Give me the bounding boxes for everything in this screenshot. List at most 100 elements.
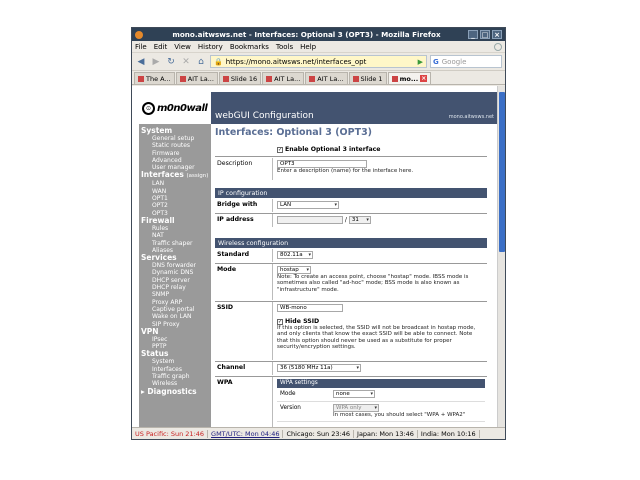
clock-india: India: Mon 10:16 (418, 429, 480, 438)
sidebar-section-label: Interfaces (141, 170, 184, 180)
tab-3[interactable]: Slide 16 (218, 72, 262, 84)
mode-row: Mode hostap ▾ Note: To create an access p… (215, 264, 487, 300)
sidebar-item[interactable]: Advanced (141, 157, 209, 164)
description-input[interactable]: OPT3 (277, 160, 367, 168)
back-icon[interactable]: ◀ (135, 57, 147, 67)
menu-view[interactable]: View (174, 43, 191, 51)
wpa-version-value: WPA only (336, 405, 362, 411)
sidebar-item[interactable]: NAT (141, 232, 209, 239)
status-bar: US Pacific: Sun 21:46 GMT/UTC: Mon 04:46… (132, 427, 505, 439)
mode-label: Mode (215, 264, 273, 300)
subnet-select[interactable]: 31 ▾ (348, 216, 371, 224)
sidebar-section-sublink[interactable]: (assign) (186, 173, 208, 179)
reload-icon[interactable]: ↻ (165, 57, 177, 67)
wpa-version-select[interactable]: WPA only ▾ (333, 404, 379, 412)
url-bar[interactable]: 🔒 https://mono.aitwsws.net/interfaces_op… (210, 55, 427, 68)
wpa-label: WPA (215, 377, 273, 427)
sidebar-item[interactable]: IPsec (141, 336, 209, 343)
stop-icon[interactable]: ✕ (180, 57, 192, 67)
chevron-down-icon: ▾ (374, 405, 377, 411)
sidebar-item[interactable]: SNMP (141, 291, 209, 298)
sidebar-item[interactable]: Wake on LAN (141, 313, 209, 320)
sidebar-section-label: Services (141, 253, 177, 263)
clock-us-pacific: US Pacific: Sun 21:46 (132, 429, 209, 438)
sidebar-item[interactable]: General setup (141, 135, 209, 142)
sidebar-item[interactable]: WAN (141, 188, 209, 195)
wpa-mode-cell: none ▾ (333, 390, 375, 398)
sidebar-item[interactable]: Traffic graph (141, 373, 209, 380)
browser-window: mono.aitwsws.net - Interfaces: Optional … (131, 27, 506, 440)
sidebar-section-label: ▸ Diagnostics (141, 386, 197, 396)
chevron-down-icon: ▾ (366, 217, 369, 223)
chevron-down-icon: ▾ (308, 252, 311, 258)
sidebar-item[interactable]: LAN (141, 180, 209, 187)
enable-checkbox[interactable]: ✓ (277, 146, 283, 153)
divider (215, 156, 487, 157)
sidebar-item[interactable]: Dynamic DNS (141, 269, 209, 276)
sidebar-item[interactable]: Firmware (141, 150, 209, 157)
tab-1[interactable]: The A... (134, 72, 175, 84)
close-tab-icon[interactable]: × (420, 75, 428, 82)
forward-icon[interactable]: ▶ (150, 57, 162, 67)
tab-active[interactable]: mo... × (387, 72, 432, 84)
sidebar-item[interactable]: Interfaces (141, 366, 209, 373)
title-bar: mono.aitwsws.net - Interfaces: Optional … (132, 28, 505, 41)
standard-select[interactable]: 802.11a ▾ (277, 251, 313, 259)
logo[interactable]: ⊙ m0n0wall (139, 92, 211, 124)
ip-input[interactable] (277, 216, 343, 224)
menu-tools[interactable]: Tools (276, 43, 293, 51)
sidebar-item[interactable]: OPT1 (141, 195, 209, 202)
page-title: Interfaces: Optional 3 (OPT3) (215, 127, 373, 138)
maximize-button[interactable]: □ (480, 30, 490, 39)
description-cell: OPT3 Enter a description (name) for the … (275, 158, 415, 176)
sidebar-item[interactable]: Rules (141, 225, 209, 232)
sidebar-item[interactable]: Proxy ARP (141, 299, 209, 306)
bridge-row: Bridge with LAN ▾ (215, 199, 487, 212)
close-button[interactable]: × (492, 30, 502, 39)
lock-icon: 🔒 (214, 57, 223, 66)
bridge-select[interactable]: LAN ▾ (277, 201, 339, 209)
tab-5[interactable]: AIT La... (305, 72, 348, 84)
sidebar-item[interactable]: System (141, 358, 209, 365)
sidebar-item[interactable]: Captive portal (141, 306, 209, 313)
sidebar-item[interactable]: Traffic shaper (141, 240, 209, 247)
clock-japan: Japan: Mon 13:46 (354, 429, 418, 438)
menu-help[interactable]: Help (300, 43, 316, 51)
tab-2[interactable]: AIT La... (175, 72, 218, 84)
sidebar-item[interactable]: Static routes (141, 142, 209, 149)
hide-ssid-checkbox[interactable]: ✓ (277, 318, 283, 325)
scrollbar-thumb[interactable] (499, 92, 505, 252)
mode-note: Note: To create an access point, choose … (277, 274, 469, 293)
menu-file[interactable]: File (135, 43, 147, 51)
menu-history[interactable]: History (198, 43, 223, 51)
bridge-value: LAN (280, 202, 292, 208)
sidebar-item[interactable]: DNS forwarder (141, 262, 209, 269)
menu-bookmarks[interactable]: Bookmarks (230, 43, 269, 51)
vertical-scrollbar[interactable] (497, 86, 505, 427)
mode-select[interactable]: hostap ▾ (277, 266, 311, 274)
sidebar-section[interactable]: Interfaces (assign) (141, 171, 209, 180)
sidebar-section: ▸ Diagnostics (141, 386, 209, 396)
sidebar-section: Firewall (141, 215, 209, 225)
tab-4[interactable]: AIT La... (262, 72, 305, 84)
navigation-toolbar: ◀ ▶ ↻ ✕ ⌂ 🔒 https://mono.aitwsws.net/int… (132, 53, 505, 71)
minimize-button[interactable]: _ (468, 30, 478, 39)
sidebar-item[interactable]: DHCP relay (141, 284, 209, 291)
menu-edit[interactable]: Edit (154, 43, 168, 51)
tab-6[interactable]: Slide 1 (348, 72, 387, 84)
wpa-mode-select[interactable]: none ▾ (333, 390, 375, 398)
sidebar-section-label: VPN (141, 326, 159, 336)
ip-row: IP address / 31 ▾ (215, 214, 487, 227)
sidebar-item[interactable]: OPT2 (141, 202, 209, 209)
m0n0wall-page: ⊙ m0n0wall webGUI Configuration mono.ait… (139, 92, 497, 427)
sidebar-item[interactable]: DHCP server (141, 277, 209, 284)
channel-select[interactable]: 36 (5180 MHz 11a) ▾ (277, 364, 361, 372)
search-input[interactable]: G Google (430, 55, 502, 68)
home-icon[interactable]: ⌂ (195, 57, 207, 67)
wpa-mode-value: none (336, 391, 350, 397)
ssid-input[interactable]: WB-mono (277, 304, 343, 312)
menu-bar: File Edit View History Bookmarks Tools H… (132, 41, 505, 53)
sidebar-section-label: Firewall (141, 215, 175, 225)
description-help: Enter a description (name) for the inter… (277, 168, 414, 174)
go-icon[interactable]: ▶ (418, 58, 423, 66)
